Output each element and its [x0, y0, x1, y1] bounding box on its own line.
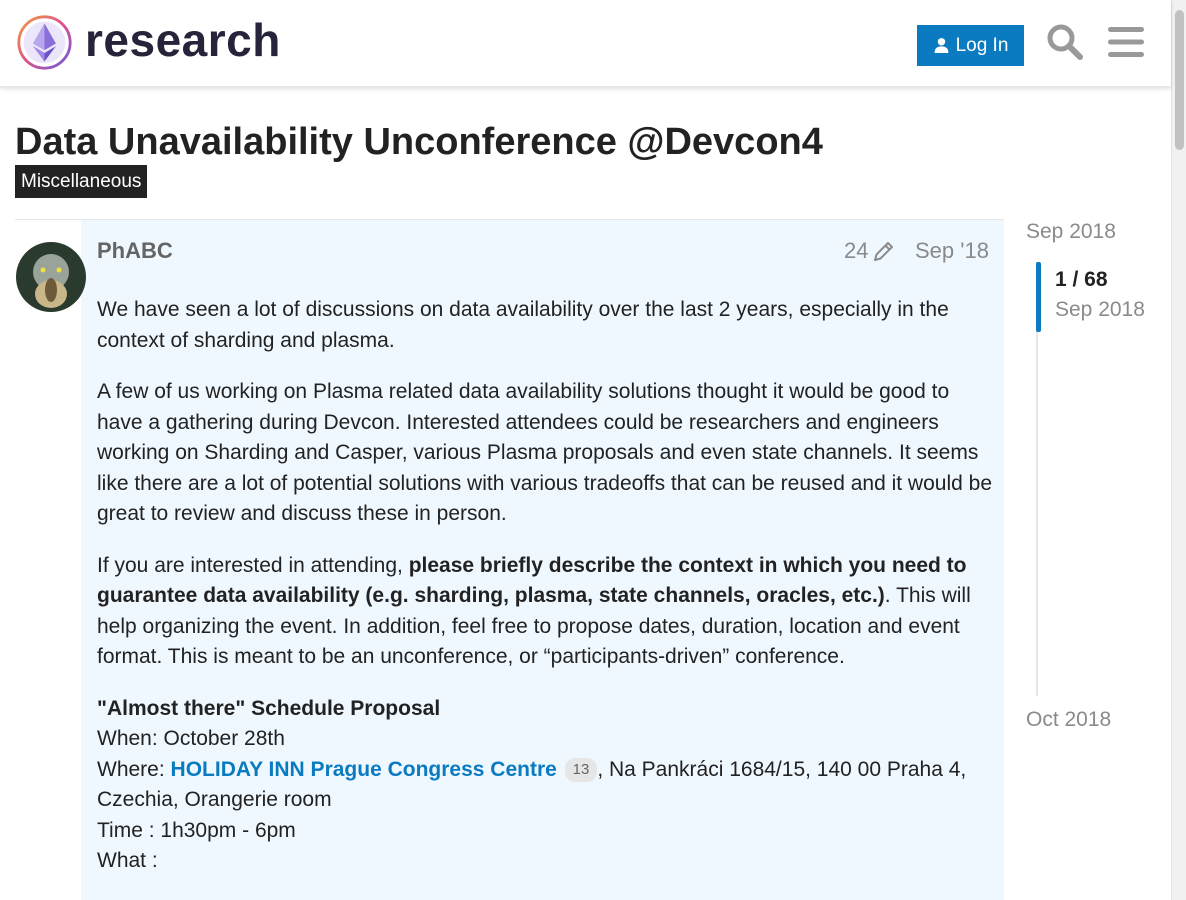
user-icon: [934, 38, 948, 53]
venue-link[interactable]: HOLIDAY INN Prague Congress Centre: [171, 758, 557, 781]
post-username[interactable]: PhABC: [97, 238, 173, 264]
timeline-position-date: Sep 2018: [1055, 298, 1145, 321]
edit-count: 24: [844, 238, 869, 263]
logo-icon: [17, 15, 72, 70]
post-paragraph: A few of us working on Plasma related da…: [97, 380, 992, 525]
site-logo[interactable]: research: [16, 14, 281, 71]
link-click-count: 13: [564, 757, 598, 782]
schedule-heading: "Almost there" Schedule Proposal: [97, 696, 441, 720]
pencil-icon: [874, 242, 894, 261]
where-prefix: Where:: [97, 757, 171, 781]
timeline-position: 1 / 68: [1055, 268, 1108, 291]
post-paragraph: We have seen a lot of discussions on dat…: [97, 298, 949, 352]
topic-title[interactable]: Data Unavailability Unconference @Devcon…: [15, 120, 823, 164]
schedule-time: Time : 1h30pm - 6pm: [97, 818, 296, 842]
site-header: research Log In: [0, 0, 1171, 87]
schedule-what: What :: [97, 849, 158, 872]
timeline-handle[interactable]: [1036, 262, 1041, 332]
post-date[interactable]: Sep '18: [915, 238, 989, 264]
paragraph-text: If you are interested in attending,: [97, 553, 409, 577]
edit-history[interactable]: 24: [844, 238, 896, 264]
login-label: Log In: [955, 34, 1009, 56]
timeline-end-date[interactable]: Oct 2018: [1026, 708, 1111, 732]
logo-text: research: [85, 13, 281, 66]
search-icon[interactable]: [1043, 20, 1087, 64]
timeline-start-date[interactable]: Sep 2018: [1026, 220, 1116, 244]
page-scrollbar[interactable]: [1171, 0, 1186, 900]
avatar[interactable]: [16, 242, 86, 312]
hamburger-menu-icon[interactable]: [1104, 20, 1148, 64]
scrollbar-thumb[interactable]: [1175, 10, 1184, 150]
post-paragraph: If you are interested in attending, plea…: [97, 551, 992, 673]
category-badge[interactable]: Miscellaneous: [15, 165, 148, 198]
schedule-when: When: October 28th: [97, 727, 285, 750]
schedule-where: Where: HOLIDAY INN Prague Congress Centr…: [97, 755, 992, 816]
post-content: We have seen a lot of discussions on dat…: [97, 295, 992, 877]
login-button[interactable]: Log In: [917, 25, 1024, 66]
schedule-block: "Almost there" Schedule Proposal When: O…: [97, 694, 992, 877]
